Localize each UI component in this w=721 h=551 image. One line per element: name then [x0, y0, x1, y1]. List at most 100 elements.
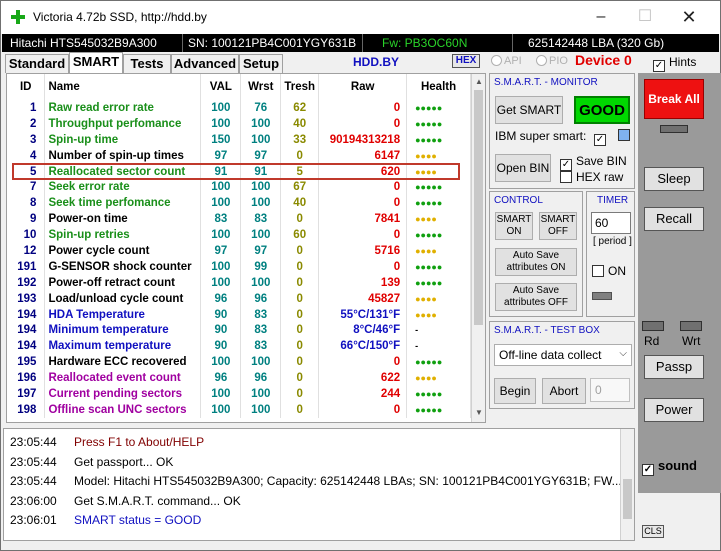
attr-val: 96: [200, 290, 242, 307]
table-row[interactable]: 194 Minimum temperature 90 83 0 8°C/46°F -: [7, 322, 471, 339]
attr-raw: 7841: [318, 211, 408, 228]
attr-threshold: 5: [280, 163, 320, 180]
table-row[interactable]: 2 Throughput perfomance 100 100 40 0 ●●●●●: [7, 115, 471, 132]
break-all-button[interactable]: Break All: [644, 79, 704, 119]
hints-checkbox[interactable]: ✓ Hints: [653, 55, 696, 72]
attr-val: 83: [200, 211, 242, 228]
timer-on-checkbox[interactable]: ON: [592, 264, 626, 278]
attr-raw: 0: [318, 100, 408, 116]
tab-tests[interactable]: Tests: [123, 54, 171, 73]
ibm-super-smart-checkbox[interactable]: ✓: [594, 129, 610, 146]
log-line: 23:06:00 Get S.M.A.R.T. command... OK: [10, 494, 241, 508]
column-header-val[interactable]: VAL: [200, 74, 242, 100]
tab-setup[interactable]: Setup: [239, 54, 283, 73]
hex-raw-checkbox[interactable]: HEX raw: [560, 170, 623, 184]
scroll-up-icon[interactable]: ▲: [475, 77, 483, 86]
attr-worst: 83: [240, 306, 282, 323]
smart-on-button[interactable]: SMART ON: [495, 212, 533, 240]
attr-health: ●●●●●: [406, 227, 471, 244]
log-time: 23:06:01: [10, 513, 57, 527]
tab-advanced[interactable]: Advanced: [171, 54, 239, 73]
open-bin-button[interactable]: Open BIN: [495, 154, 551, 182]
attr-worst: 83: [240, 211, 282, 228]
smart-off-button[interactable]: SMART OFF: [539, 212, 577, 240]
attr-val: 90: [200, 338, 242, 355]
column-header-tresh[interactable]: Tresh: [280, 74, 320, 100]
hex-button[interactable]: HEX: [452, 54, 480, 68]
table-row[interactable]: 198 Offline scan UNC sectors 100 100 0 0 ●●●●●: [7, 401, 471, 418]
tab-smart[interactable]: SMART: [69, 52, 123, 73]
test-type-select[interactable]: Off-line data collect ⌵: [494, 344, 632, 366]
table-row[interactable]: 4 Number of spin-up times 97 97 0 6147 ●●●●: [7, 147, 471, 164]
abort-button[interactable]: Abort: [542, 378, 586, 404]
attr-id: 194: [7, 306, 46, 323]
table-row[interactable]: 7 Seek error rate 100 100 67 0 ●●●●●: [7, 179, 471, 196]
table-row[interactable]: 3 Spin-up time 150 100 33 90194313218 ●●●●●: [7, 131, 471, 148]
table-row[interactable]: 9 Power-on time 83 83 0 7841 ●●●●: [7, 211, 471, 228]
get-smart-button[interactable]: Get SMART: [495, 96, 563, 124]
attr-worst: 100: [240, 386, 282, 402]
save-bin-checkbox[interactable]: ✓ Save BIN: [560, 154, 627, 171]
sound-checkbox[interactable]: ✓ sound: [642, 458, 697, 476]
attr-val: 100: [200, 274, 242, 291]
attr-threshold: 0: [280, 354, 320, 371]
table-row[interactable]: 10 Spin-up retries 100 100 60 0 ●●●●●: [7, 227, 471, 244]
recall-button[interactable]: Recall: [644, 207, 704, 231]
table-row[interactable]: 8 Seek time perfomance 100 100 40 0 ●●●●●: [7, 195, 471, 212]
column-header-name[interactable]: Name: [44, 74, 202, 100]
table-row[interactable]: 1 Raw read error rate 100 76 62 0 ●●●●●: [7, 100, 471, 116]
api-label: API: [504, 55, 522, 67]
maximize-button[interactable]: ☐: [623, 1, 667, 33]
attr-raw: 55°C/131°F: [318, 306, 408, 323]
begin-button[interactable]: Begin: [494, 378, 536, 404]
attr-health: ●●●●●: [406, 131, 471, 148]
sleep-button[interactable]: Sleep: [644, 167, 704, 191]
column-header-raw[interactable]: Raw: [318, 74, 408, 100]
ibm-color-indicator[interactable]: [618, 129, 630, 141]
column-header-health[interactable]: Health: [406, 74, 471, 100]
scroll-down-icon[interactable]: ▼: [475, 408, 483, 417]
column-header-wrst[interactable]: Wrst: [240, 74, 282, 100]
test-lba-field[interactable]: 0: [590, 378, 630, 402]
table-scrollbar[interactable]: ▲ ▼: [471, 74, 485, 422]
attr-val: 91: [200, 163, 242, 180]
table-row[interactable]: 195 Hardware ECC recovered 100 100 0 0 ●●●●●: [7, 354, 471, 371]
break-indicator: [660, 125, 688, 133]
attr-val: 90: [200, 306, 242, 323]
attr-raw: 66°C/150°F: [318, 338, 408, 355]
attr-id: 3: [7, 131, 46, 148]
column-header-id[interactable]: ID: [7, 74, 46, 100]
hdd-by-link[interactable]: HDD.BY: [353, 55, 399, 69]
table-row[interactable]: 5 Reallocated sector count 91 91 5 620 ●●●●: [7, 163, 471, 180]
autosave-off-button[interactable]: Auto Save attributes OFF: [495, 283, 577, 311]
pio-label: PIO: [549, 55, 568, 67]
table-row[interactable]: 193 Load/unload cycle count 96 96 0 45827 ●●●●: [7, 290, 471, 307]
table-row[interactable]: 194 HDA Temperature 90 83 0 55°C/131°F ●●●●: [7, 306, 471, 323]
table-row[interactable]: 196 Reallocated event count 96 96 0 622 ●●●●: [7, 370, 471, 387]
table-row[interactable]: 194 Maximum temperature 90 83 0 66°C/150°F -: [7, 338, 471, 355]
clear-log-button[interactable]: CLS: [642, 525, 664, 538]
table-row[interactable]: 192 Power-off retract count 100 100 0 139 ●●●●…: [7, 274, 471, 291]
table-row[interactable]: 197 Current pending sectors 100 100 0 244 ●●●●…: [7, 386, 471, 402]
pio-radio[interactable]: PIO: [536, 55, 568, 67]
autosave-on-button[interactable]: Auto Save attributes ON: [495, 248, 577, 276]
tab-standard[interactable]: Standard: [5, 54, 69, 73]
attr-health: ●●●●: [406, 243, 471, 259]
table-row[interactable]: 191 G-SENSOR shock counter 100 99 0 0 ●●●●●: [7, 258, 471, 275]
power-button[interactable]: Power: [644, 398, 704, 422]
attr-health: ●●●●●: [406, 386, 471, 402]
scroll-thumb[interactable]: [623, 479, 632, 519]
passport-button[interactable]: Passp: [644, 355, 704, 379]
read-label: Rd: [644, 334, 660, 348]
log-scrollbar[interactable]: [620, 429, 634, 540]
api-radio[interactable]: API: [491, 55, 522, 67]
smart-monitor-panel: S.M.A.R.T. - MONITOR Get SMART GOOD IBM …: [489, 73, 635, 189]
attr-name: Seek error rate: [44, 179, 202, 196]
scroll-thumb[interactable]: [474, 90, 483, 325]
log-message: Get S.M.A.R.T. command... OK: [74, 493, 241, 508]
attr-threshold: 0: [280, 401, 320, 418]
timer-period-input[interactable]: 60: [591, 212, 631, 234]
minimize-button[interactable]: –: [579, 1, 623, 33]
table-row[interactable]: 12 Power cycle count 97 97 0 5716 ●●●●: [7, 243, 471, 259]
close-button[interactable]: ✕: [667, 1, 711, 33]
